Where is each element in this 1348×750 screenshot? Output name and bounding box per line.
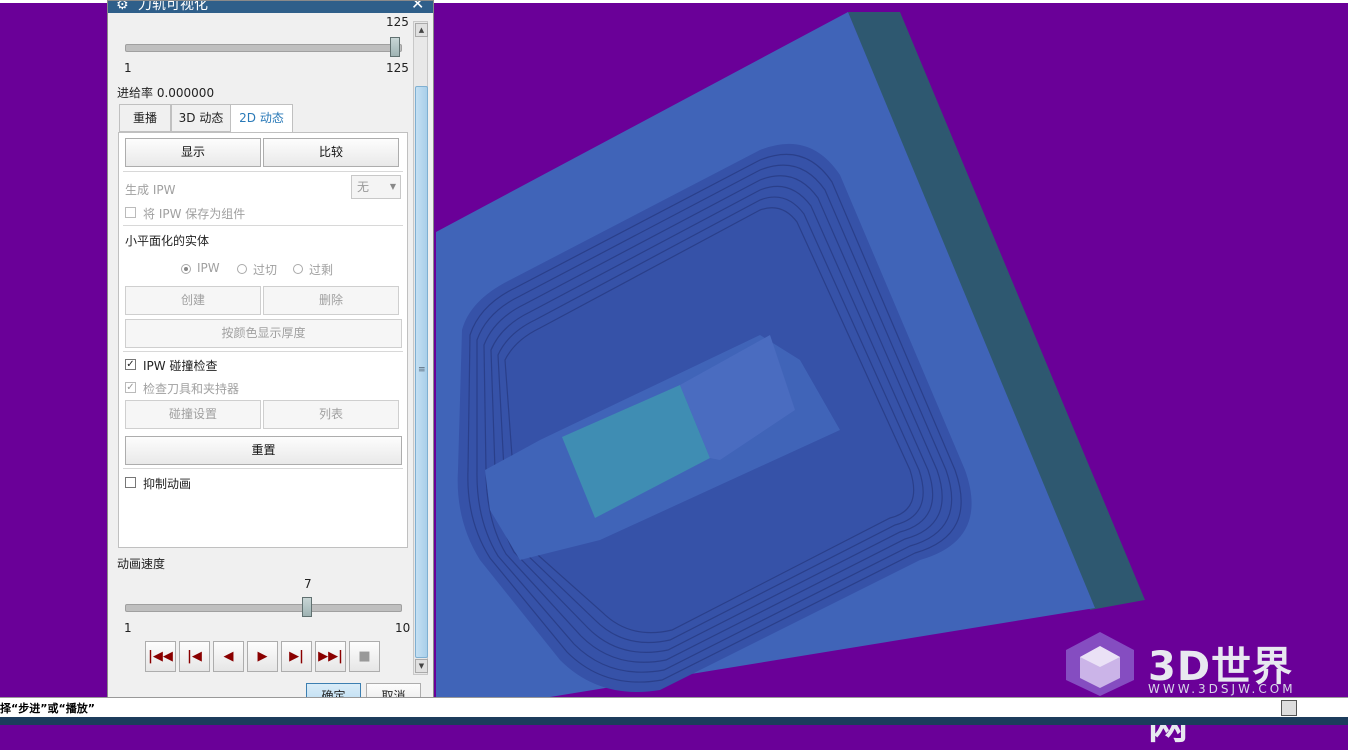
separator	[123, 171, 403, 172]
ipw-collision-check-checkbox[interactable]: ✓	[125, 359, 136, 370]
separator	[123, 351, 403, 352]
separator	[123, 468, 403, 469]
watermark: 3D世界网 WWW.3DSJW.COM	[1062, 628, 1332, 748]
step-slider-min: 1	[124, 61, 132, 75]
chevron-down-icon: ▼	[389, 182, 396, 191]
close-icon[interactable]: ✕	[411, 1, 424, 13]
radio-excess-label: 过剩	[309, 263, 334, 277]
status-bar: 择“步进”或“播放”	[0, 697, 1348, 718]
generate-ipw-label: 生成 IPW	[125, 183, 176, 197]
tab-replay[interactable]: 重播	[119, 104, 171, 132]
step-slider-thumb[interactable]	[390, 37, 400, 57]
toolpath-visualization-dialog: ⚙ 刀轨可视化 ✕ 125 1 125 进给率 0.000000 重播 3D 动…	[107, 0, 434, 717]
collision-settings-button[interactable]: 碰撞设置	[125, 400, 261, 429]
radio-overcut-label: 过切	[253, 263, 278, 277]
suppress-animation-label: 抑制动画	[143, 477, 192, 491]
play-reverse-icon[interactable]: ◀	[213, 641, 244, 672]
save-ipw-component-label: 将 IPW 保存为组件	[143, 207, 246, 221]
gear-icon[interactable]: ⚙	[116, 1, 129, 13]
status-text: 择“步进”或“播放”	[0, 702, 95, 715]
grip-icon: ≡	[418, 365, 426, 375]
tab-3d-dynamic[interactable]: 3D 动态	[171, 104, 231, 132]
play-icon[interactable]: ▶	[247, 641, 278, 672]
radio-excess[interactable]	[293, 264, 303, 274]
tab-panel-2d-dynamic: 显示 比较 生成 IPW 无 ▼ 将 IPW 保存为组件 小平面化的实体 IPW…	[118, 132, 408, 548]
speed-slider-value: 7	[304, 577, 312, 591]
reset-button[interactable]: 重置	[125, 436, 402, 465]
tab-2d-dynamic[interactable]: 2D 动态	[230, 104, 293, 134]
color-thickness-button[interactable]: 按颜色显示厚度	[125, 319, 402, 348]
radio-overcut[interactable]	[237, 264, 247, 274]
generate-ipw-value: 无	[357, 180, 370, 194]
speed-slider-thumb[interactable]	[302, 597, 312, 617]
feed-rate-label: 进给率 0.000000	[117, 86, 215, 100]
check-tool-holder-label: 检查刀具和夹持器	[143, 382, 240, 396]
dialog-scrollbar[interactable]: ▲ ≡ ▼	[413, 21, 428, 675]
generate-ipw-select[interactable]: 无 ▼	[351, 175, 401, 199]
radio-ipw-label: IPW	[197, 261, 220, 275]
step-back-icon[interactable]: |◀	[179, 641, 210, 672]
check-tool-holder-checkbox[interactable]: ✓	[125, 382, 136, 393]
scrollbar-thumb[interactable]: ≡	[415, 86, 428, 658]
dialog-titlebar[interactable]: ⚙ 刀轨可视化 ✕	[108, 1, 433, 13]
save-ipw-component-checkbox[interactable]	[125, 207, 136, 218]
stop-icon[interactable]: ■	[349, 641, 380, 672]
step-slider[interactable]	[125, 44, 402, 52]
dialog-title: 刀轨可视化	[138, 1, 208, 13]
skip-to-end-icon[interactable]: ▶▶|	[315, 641, 346, 672]
suppress-animation-checkbox[interactable]	[125, 477, 136, 488]
skip-to-start-icon[interactable]: |◀◀	[145, 641, 176, 672]
compare-button[interactable]: 比较	[263, 138, 399, 167]
scroll-down-icon[interactable]: ▼	[415, 659, 428, 673]
speed-slider[interactable]	[125, 604, 402, 612]
scroll-up-icon[interactable]: ▲	[415, 23, 428, 37]
delete-button[interactable]: 删除	[263, 286, 399, 315]
ipw-collision-check-label: IPW 碰撞检查	[143, 359, 218, 373]
create-button[interactable]: 创建	[125, 286, 261, 315]
small-facet-heading: 小平面化的实体	[125, 234, 210, 248]
animation-speed-label: 动画速度	[117, 557, 166, 571]
step-slider-value: 125	[386, 15, 409, 29]
status-toggle-icon[interactable]	[1281, 700, 1297, 716]
separator	[123, 225, 403, 226]
step-slider-max: 125	[386, 61, 409, 75]
step-forward-icon[interactable]: ▶|	[281, 641, 312, 672]
speed-slider-min: 1	[124, 621, 132, 635]
list-button[interactable]: 列表	[263, 400, 399, 429]
watermark-cube-icon	[1066, 632, 1134, 696]
watermark-url: WWW.3DSJW.COM	[1148, 682, 1296, 696]
speed-slider-max: 10	[395, 621, 411, 635]
taskbar	[0, 717, 1348, 725]
display-button[interactable]: 显示	[125, 138, 261, 167]
radio-ipw[interactable]	[181, 264, 191, 274]
